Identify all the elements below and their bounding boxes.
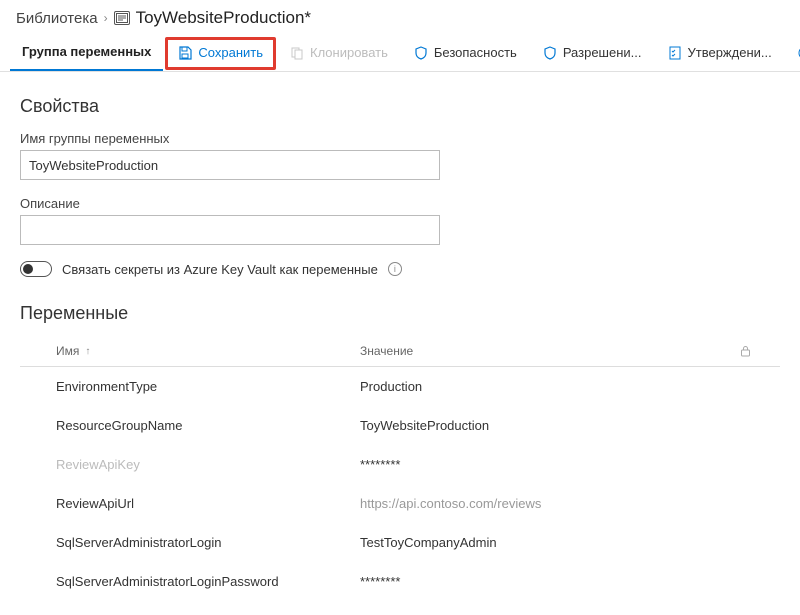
- table-row[interactable]: ReviewApiUrlhttps://api.contoso.com/revi…: [20, 484, 780, 523]
- description-input[interactable]: [20, 215, 440, 245]
- variable-name[interactable]: SqlServerAdministratorLogin: [20, 535, 360, 550]
- variable-value[interactable]: ********: [360, 574, 740, 589]
- name-label: Имя группы переменных: [20, 131, 780, 146]
- table-row[interactable]: ResourceGroupNameToyWebsiteProduction: [20, 406, 780, 445]
- save-button[interactable]: Сохранить: [165, 37, 276, 70]
- clone-button: Клонировать: [278, 37, 400, 70]
- header-value[interactable]: Значение: [360, 344, 740, 358]
- variable-value[interactable]: Production: [360, 379, 740, 394]
- table-header: Имя ↑ Значение: [20, 338, 780, 367]
- tab-variable-group[interactable]: Группа переменных: [10, 36, 163, 71]
- variable-name[interactable]: ReviewApiUrl: [20, 496, 360, 511]
- variable-value[interactable]: ********: [360, 457, 740, 472]
- sort-asc-icon: ↑: [85, 346, 90, 357]
- info-icon[interactable]: i: [388, 262, 402, 276]
- name-input[interactable]: [20, 150, 440, 180]
- variable-group-icon: [114, 11, 130, 25]
- keyvault-toggle-label: Связать секреты из Azure Key Vault как п…: [62, 262, 378, 277]
- toolbar: Группа переменных Сохранить Клонировать …: [0, 32, 800, 72]
- variable-name[interactable]: ReviewApiKey: [20, 457, 360, 472]
- permissions-button[interactable]: Разрешени...: [531, 37, 654, 70]
- header-lock: [740, 345, 780, 357]
- table-row[interactable]: SqlServerAdministratorLoginPassword*****…: [20, 562, 780, 601]
- security-button[interactable]: Безопасность: [402, 37, 529, 70]
- keyvault-toggle[interactable]: [20, 261, 52, 277]
- table-row[interactable]: SqlServerAdministratorLoginTestToyCompan…: [20, 523, 780, 562]
- shield-check-icon: [543, 46, 557, 60]
- header-name[interactable]: Имя ↑: [20, 344, 360, 358]
- table-row[interactable]: EnvironmentTypeProduction: [20, 367, 780, 406]
- properties-heading: Свойства: [20, 96, 780, 117]
- variable-value[interactable]: https://api.contoso.com/reviews: [360, 496, 740, 511]
- variable-value[interactable]: TestToyCompanyAdmin: [360, 535, 740, 550]
- page-title: ToyWebsiteProduction*: [136, 8, 311, 28]
- variable-name[interactable]: SqlServerAdministratorLoginPassword: [20, 574, 360, 589]
- breadcrumb: Библиотека › ToyWebsiteProduction*: [0, 0, 800, 32]
- save-icon: [178, 46, 192, 60]
- variables-table: Имя ↑ Значение EnvironmentTypeProduction…: [20, 338, 780, 601]
- help-button[interactable]: ? Справка: [786, 37, 800, 70]
- chevron-right-icon: ›: [104, 11, 108, 25]
- breadcrumb-library-link[interactable]: Библиотека: [16, 10, 98, 27]
- variable-value[interactable]: ToyWebsiteProduction: [360, 418, 740, 433]
- description-label: Описание: [20, 196, 780, 211]
- variable-name[interactable]: EnvironmentType: [20, 379, 360, 394]
- shield-icon: [414, 46, 428, 60]
- clone-icon: [290, 46, 304, 60]
- table-row[interactable]: ReviewApiKey********: [20, 445, 780, 484]
- approvals-button[interactable]: Утверждени...: [656, 37, 784, 70]
- variables-heading: Переменные: [20, 303, 780, 324]
- variable-name[interactable]: ResourceGroupName: [20, 418, 360, 433]
- checklist-icon: [668, 46, 682, 60]
